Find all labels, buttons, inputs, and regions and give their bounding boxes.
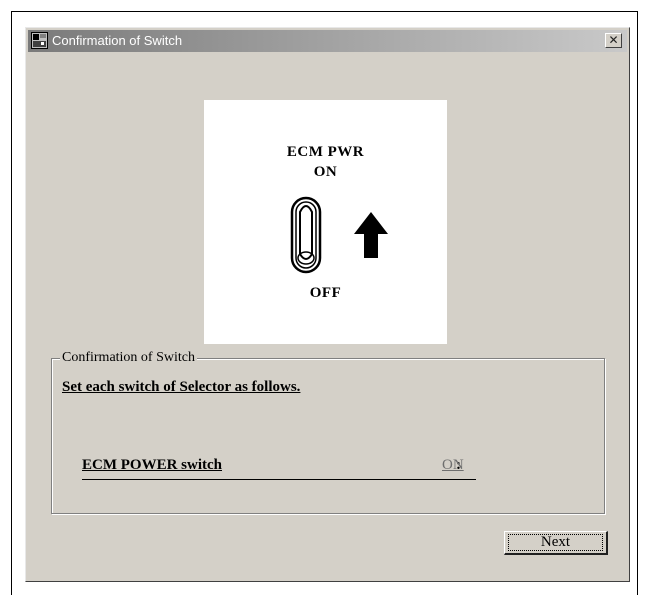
up-arrow-icon <box>354 212 388 258</box>
instruction-text: Set each switch of Selector as follows. <box>62 379 301 395</box>
app-icon <box>31 32 48 49</box>
close-icon: ✕ <box>608 33 619 47</box>
on-label: ON <box>313 164 338 180</box>
switch-value: ON <box>442 457 464 473</box>
confirmation-group: Confirmation of Switch Set each switch o… <box>51 350 605 514</box>
group-legend: Confirmation of Switch <box>60 350 197 366</box>
switch-label: ECM POWER switch <box>82 457 222 473</box>
window-title: Confirmation of Switch <box>52 33 183 48</box>
dialog-window: Confirmation of Switch ✕ ECM PWR ON OFF … <box>25 27 630 582</box>
off-label: OFF <box>309 285 342 301</box>
title-bar[interactable]: Confirmation of Switch ✕ <box>28 30 627 52</box>
switch-row: ECM POWER switch : <box>82 457 476 480</box>
close-button[interactable]: ✕ <box>605 33 622 48</box>
switch-illustration: ECM PWR ON OFF <box>204 100 447 344</box>
next-button-label: Next <box>540 534 571 550</box>
next-button[interactable]: Next <box>504 531 608 555</box>
ecm-pwr-label: ECM PWR <box>286 144 365 160</box>
toggle-switch-icon <box>290 196 322 274</box>
